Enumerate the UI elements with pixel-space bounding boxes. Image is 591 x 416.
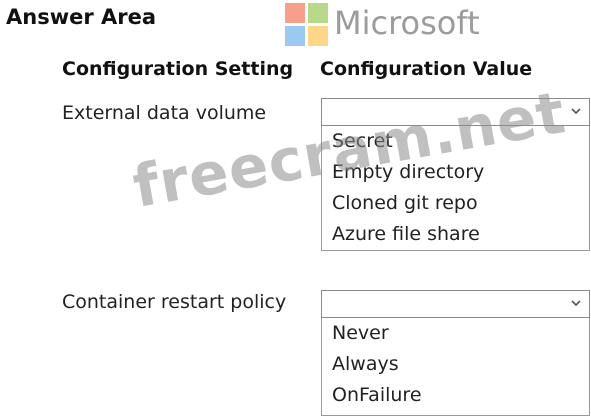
option-cloned-git-repo[interactable]: Cloned git repo [322, 188, 589, 219]
logo-green-square [308, 3, 328, 23]
option-empty-directory[interactable]: Empty directory [322, 157, 589, 188]
setting-label-external-data-volume: External data volume [62, 102, 267, 124]
option-secret[interactable]: Secret [322, 126, 589, 157]
logo-blue-square [285, 26, 305, 46]
microsoft-logo [285, 3, 329, 47]
answer-area-title: Answer Area [6, 5, 157, 29]
external-data-volume-dropdown[interactable] [321, 98, 590, 126]
container-restart-policy-dropdown[interactable] [321, 290, 590, 318]
chevron-down-icon[interactable] [569, 104, 583, 118]
chevron-down-icon[interactable] [569, 296, 583, 310]
external-data-volume-options: Secret Empty directory Cloned git repo A… [321, 126, 590, 251]
column-header-value: Configuration Value [320, 58, 533, 80]
setting-label-container-restart-policy: Container restart policy [62, 291, 287, 313]
option-never[interactable]: Never [322, 318, 589, 349]
container-restart-policy-options: Never Always OnFailure [321, 318, 590, 416]
brand-text: Microsoft [334, 4, 480, 42]
option-onfailure[interactable]: OnFailure [322, 380, 589, 411]
option-always[interactable]: Always [322, 349, 589, 380]
option-azure-file-share[interactable]: Azure file share [322, 219, 589, 250]
logo-yellow-square [308, 26, 328, 46]
column-header-setting: Configuration Setting [62, 58, 294, 80]
logo-red-square [285, 3, 305, 23]
